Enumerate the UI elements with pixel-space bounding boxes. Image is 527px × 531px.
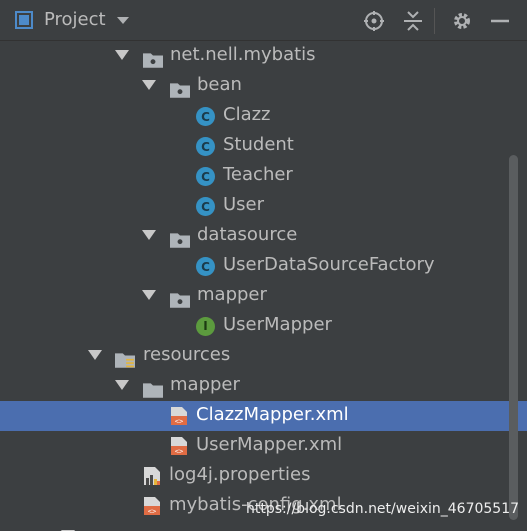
tree-node-label: UserMapper [223, 314, 332, 335]
tree-node-class[interactable]: C Teacher [0, 161, 527, 191]
xml-file-icon: <> [144, 497, 160, 516]
tree-node-label: ClazzMapper.xml [196, 404, 349, 425]
xml-file-icon: <> [171, 437, 187, 456]
properties-file-icon [144, 467, 160, 485]
package-folder-icon [170, 83, 190, 98]
package-folder-icon [170, 233, 190, 248]
tree-node-xml-file[interactable]: <> UserMapper.xml [0, 431, 527, 461]
tree-node-label: Clazz [223, 104, 271, 125]
tree-node-label: mapper [197, 284, 267, 305]
tree-node-label: resources [143, 344, 231, 365]
tree-node-partial[interactable] [0, 521, 527, 531]
expand-arrow-icon[interactable] [115, 50, 129, 60]
tree-node-label: net.nell.mybatis [170, 44, 316, 65]
tree-node-label: Student [223, 134, 294, 155]
tree-node-resources-folder[interactable]: resources [0, 341, 527, 371]
project-tree: net.nell.mybatis bean C Clazz C Student … [0, 41, 527, 531]
package-folder-icon [170, 293, 190, 308]
tree-node-folder[interactable]: mapper [0, 371, 527, 401]
tree-node-class[interactable]: C UserDataSourceFactory [0, 251, 527, 281]
settings-gear-icon[interactable] [451, 10, 473, 32]
folder-icon [143, 383, 163, 398]
tree-node-label: mapper [170, 374, 240, 395]
svg-text:<>: <> [175, 448, 183, 456]
vertical-scrollbar[interactable] [509, 155, 518, 520]
tree-node-interface[interactable]: I UserMapper [0, 311, 527, 341]
interface-i-icon: I [196, 317, 215, 336]
package-folder-icon [143, 53, 163, 68]
resources-folder-icon [115, 353, 135, 368]
tree-node-label: bean [197, 74, 242, 95]
hide-minimize-icon[interactable] [489, 10, 511, 32]
tree-node-label: User [223, 194, 265, 215]
dropdown-arrow-icon[interactable] [117, 17, 129, 24]
tree-node-package[interactable]: bean [0, 71, 527, 101]
header-separator [434, 8, 435, 34]
collapse-all-icon[interactable] [402, 10, 424, 32]
xml-file-icon: <> [171, 407, 187, 426]
tree-node-package[interactable]: datasource [0, 221, 527, 251]
svg-text:<>: <> [148, 508, 156, 516]
svg-text:<>: <> [175, 418, 183, 426]
tree-node-label: log4j.properties [169, 464, 311, 485]
class-c-icon: C [196, 107, 215, 126]
project-view-title[interactable]: Project [44, 9, 106, 30]
expand-arrow-icon[interactable] [142, 80, 156, 90]
expand-arrow-icon[interactable] [115, 380, 129, 390]
project-tool-window-header: Project [0, 0, 527, 41]
tree-node-label: UserMapper.xml [196, 434, 343, 455]
tree-node-class[interactable]: C Clazz [0, 101, 527, 131]
expand-arrow-icon[interactable] [142, 290, 156, 300]
tree-node-xml-file-selected[interactable]: <> ClazzMapper.xml [0, 401, 527, 431]
tree-node-class[interactable]: C Student [0, 131, 527, 161]
tree-node-package[interactable]: net.nell.mybatis [0, 41, 527, 71]
class-c-icon: C [196, 257, 215, 276]
expand-arrow-icon[interactable] [88, 350, 102, 360]
tree-node-label: UserDataSourceFactory [223, 254, 435, 275]
tree-node-class[interactable]: C User [0, 191, 527, 221]
class-c-icon: C [196, 137, 215, 156]
tree-node-properties-file[interactable]: log4j.properties [0, 461, 527, 491]
expand-arrow-icon[interactable] [142, 230, 156, 240]
class-c-icon: C [196, 197, 215, 216]
tree-node-label: datasource [197, 224, 298, 245]
project-view-icon[interactable] [15, 11, 33, 29]
locate-icon[interactable] [363, 10, 385, 32]
tree-node-label: Teacher [223, 164, 293, 185]
class-c-icon: C [196, 167, 215, 186]
watermark-url: https://blog.csdn.net/weixin_46705517 [246, 501, 520, 517]
tree-node-package[interactable]: mapper [0, 281, 527, 311]
